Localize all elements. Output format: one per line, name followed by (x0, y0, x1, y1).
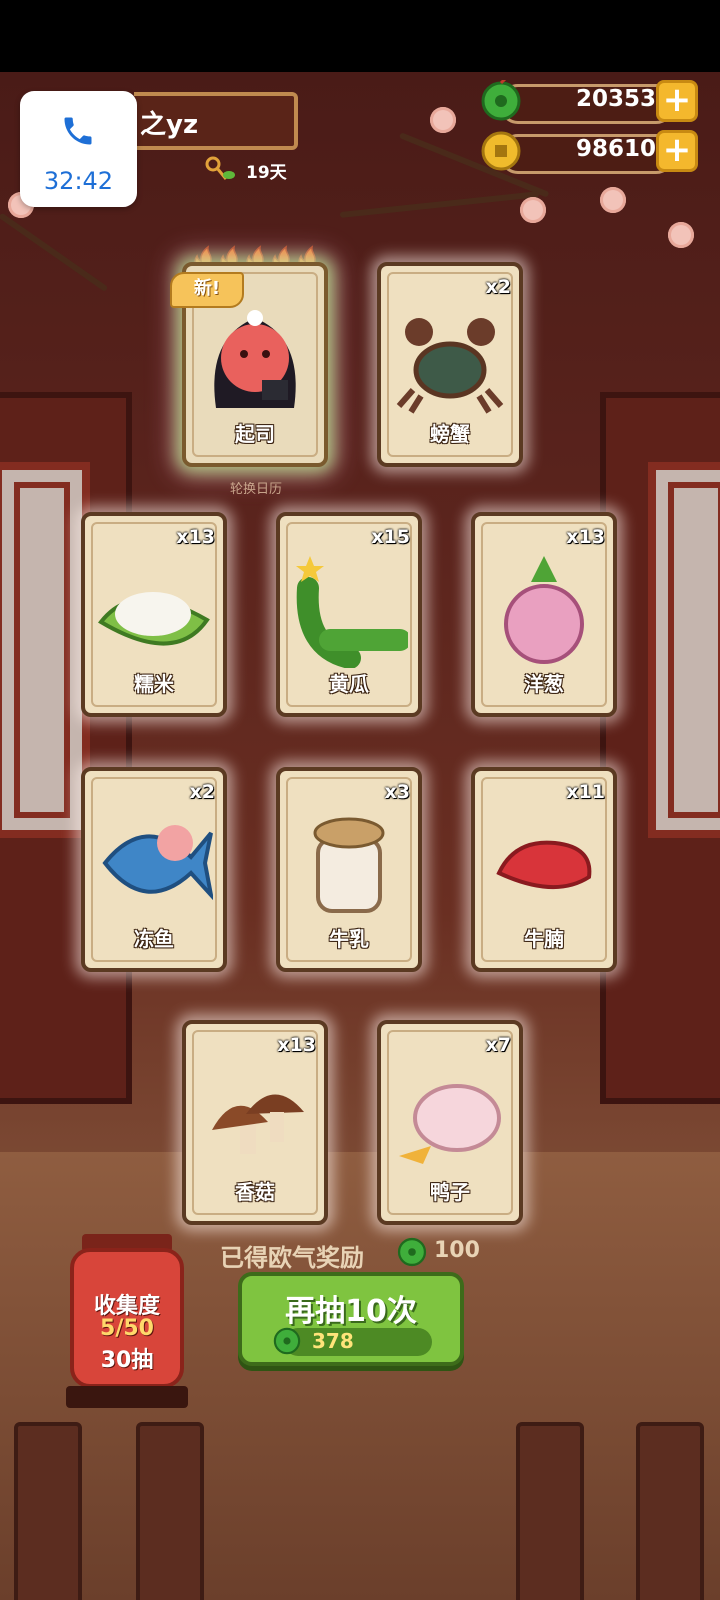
card-label: 起司 (235, 422, 275, 446)
beef-icon (496, 840, 592, 889)
crab-icon (396, 318, 504, 414)
card-count: x11 (566, 781, 605, 803)
card-shiitake[interactable]: x13 香菇 (182, 1020, 328, 1225)
card-label: 糯米 (134, 672, 174, 696)
branch (339, 191, 540, 218)
card-count: x7 (485, 1034, 511, 1056)
player-name-plate[interactable]: 之yz (134, 92, 298, 150)
card-label: 牛乳 (329, 927, 369, 951)
card-count: x13 (277, 1034, 316, 1056)
collection-lantern[interactable]: 收集度 5/50 30抽 (66, 1234, 188, 1410)
card-label: 鸭子 (430, 1180, 470, 1204)
card-beef-brisket[interactable]: x11 牛腩 (471, 767, 617, 972)
milk-jar-icon (313, 817, 385, 913)
call-overlay[interactable]: 32:42 (20, 91, 137, 207)
player-name: 之yz (140, 110, 199, 140)
card-count: x13 (176, 526, 215, 548)
card-label: 牛腩 (524, 927, 564, 951)
fence-post (14, 1422, 82, 1600)
gold-coin-icon (481, 131, 521, 171)
card-frozen-fish[interactable]: x2 冻鱼 (81, 767, 227, 972)
jade-coin-icon (481, 80, 521, 121)
mushroom-icon (212, 1094, 304, 1154)
fence-post (636, 1422, 704, 1600)
gold-currency: 98610 + (480, 130, 698, 174)
right-window (648, 462, 720, 838)
key-leaf-icon (205, 156, 235, 180)
blossom (668, 222, 694, 248)
duck-icon (399, 1084, 501, 1164)
reward-text: 已得欧气奖励 (220, 1244, 364, 1272)
character-cheese-icon (214, 310, 296, 408)
card-duck[interactable]: x7 鸭子 (377, 1020, 523, 1225)
blossom (430, 107, 456, 133)
card-label: 香菇 (235, 1180, 275, 1204)
login-days: 19天 (246, 163, 287, 183)
jade-coin-icon (397, 1237, 427, 1267)
onion-icon (504, 556, 584, 664)
rice-icon (98, 592, 210, 646)
phone-icon (64, 117, 92, 145)
draw-cost: 378 (312, 1329, 354, 1353)
add-jade-button[interactable]: + (656, 80, 698, 122)
draw-again-button[interactable]: 再抽10次 378 (238, 1272, 464, 1366)
card-label: 螃蟹 (430, 422, 470, 446)
card-milk[interactable]: x3 牛乳 (276, 767, 422, 972)
card-label: 冻鱼 (134, 927, 174, 951)
status-bar (0, 0, 720, 72)
card-count: x13 (566, 526, 605, 548)
collection-draws: 30抽 (100, 1348, 154, 1373)
card-count: x3 (384, 781, 410, 803)
frozen-fish-icon (102, 825, 213, 901)
jade-coin-icon (273, 1327, 301, 1355)
reward-value: 100 (434, 1238, 480, 1263)
draw-label: 再抽10次 (285, 1294, 417, 1329)
calendar-label: 轮换日历 (230, 482, 283, 497)
blossom (600, 187, 626, 213)
add-gold-button[interactable]: + (656, 130, 698, 172)
branch (0, 212, 109, 293)
card-count: x15 (371, 526, 410, 548)
blossom (520, 197, 546, 223)
card-onion[interactable]: x13 洋葱 (471, 512, 617, 717)
collection-progress: 5/50 (100, 1316, 154, 1341)
jade-amount: 20353 (575, 86, 656, 112)
new-badge: 新! (170, 272, 244, 308)
card-count: x2 (189, 781, 215, 803)
card-label: 黄瓜 (329, 672, 369, 696)
fence-post (136, 1422, 204, 1600)
left-window (0, 462, 90, 838)
card-glutinous-rice[interactable]: x13 糯米 (81, 512, 227, 717)
card-cucumber[interactable]: x15 黄瓜 (276, 512, 422, 717)
card-label: 洋葱 (524, 672, 564, 696)
cucumber-icon (296, 556, 408, 668)
gold-amount: 98610 (575, 136, 656, 162)
card-crab[interactable]: x2 螃蟹 (377, 262, 523, 467)
card-count: x2 (485, 276, 511, 298)
call-timer: 32:42 (43, 167, 114, 195)
fence-post (516, 1422, 584, 1600)
jade-currency: 20353 + (480, 80, 698, 124)
